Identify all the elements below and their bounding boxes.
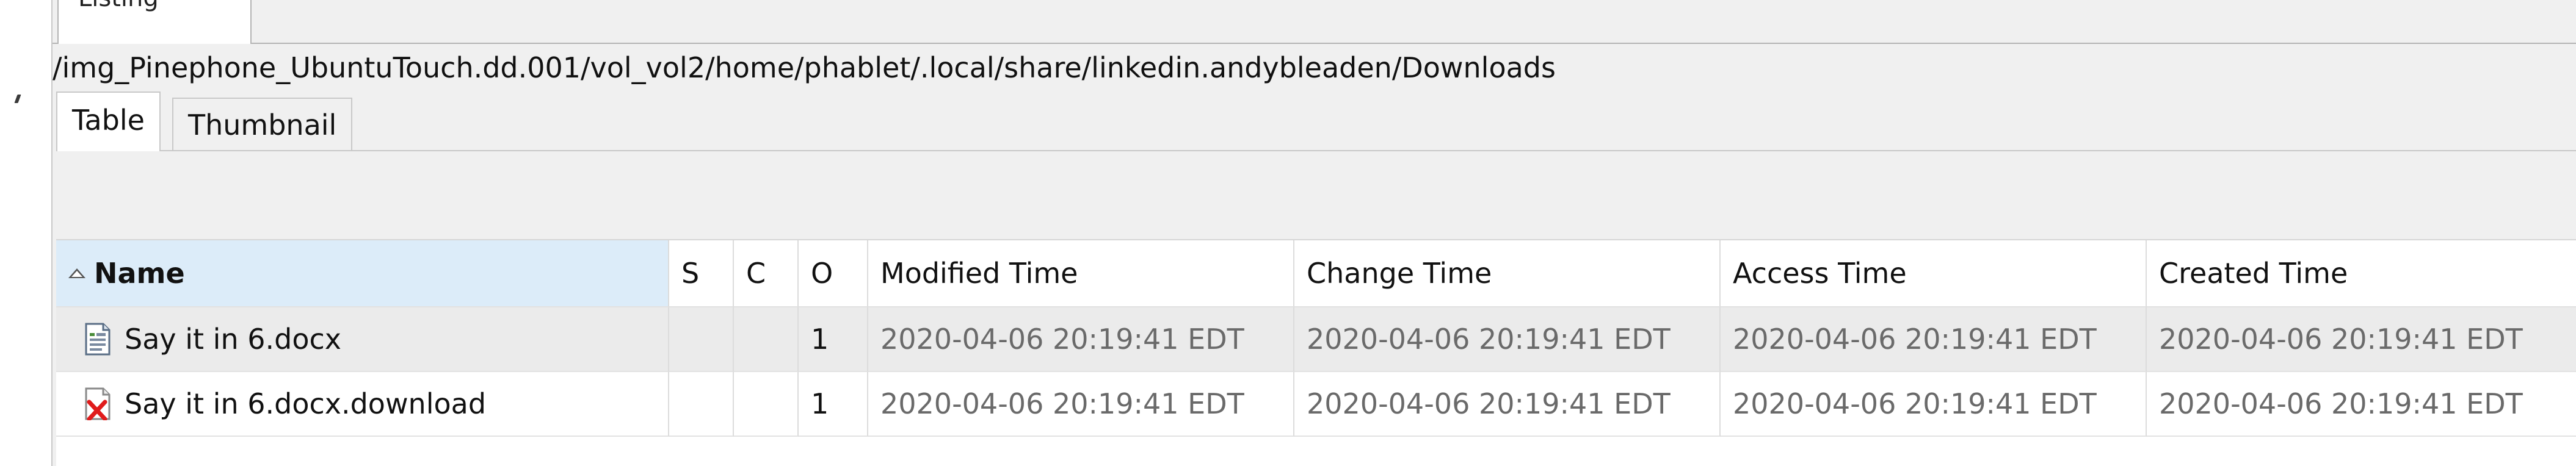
file-table: Name S C O Modified Time Change Time Acc… <box>56 239 2576 437</box>
cell-o: 1 <box>799 307 868 372</box>
tab-table[interactable]: Table <box>56 91 161 151</box>
deleted-file-icon <box>85 387 111 420</box>
cell-access-time: 2020-04-06 20:19:41 EDT <box>1721 307 2147 372</box>
cell-created-time: 2020-04-06 20:19:41 EDT <box>2147 372 2576 437</box>
table-header: Name S C O Modified Time Change Time Acc… <box>56 240 2576 307</box>
outer-tab-strip: Listing <box>53 0 2576 44</box>
column-header-created-time[interactable]: Created Time <box>2147 240 2576 307</box>
cell-name[interactable]: Say it in 6.docx <box>56 307 669 372</box>
tab-thumbnail[interactable]: Thumbnail <box>172 98 353 150</box>
column-header-name-label: Name <box>94 257 185 290</box>
table-toolbar-area <box>56 151 2576 239</box>
table-row[interactable]: Say it in 6.docx 1 2020-04-06 20:19:41 E… <box>56 307 2576 372</box>
tab-listing[interactable]: Listing <box>57 0 252 44</box>
cell-c <box>734 307 799 372</box>
cell-access-time: 2020-04-06 20:19:41 EDT <box>1721 372 2147 437</box>
table-row[interactable]: Say it in 6.docx.download 1 2020-04-06 2… <box>56 372 2576 437</box>
cell-created-time: 2020-04-06 20:19:41 EDT <box>2147 307 2576 372</box>
collapse-handle-icon[interactable] <box>14 95 21 103</box>
cell-modified-time: 2020-04-06 20:19:41 EDT <box>868 307 1294 372</box>
column-header-change-time[interactable]: Change Time <box>1294 240 1721 307</box>
left-gutter <box>0 0 21 466</box>
cell-c <box>734 372 799 437</box>
file-name: Say it in 6.docx <box>125 323 341 356</box>
current-path: /img_Pinephone_UbuntuTouch.dd.001/vol_vo… <box>53 51 1556 84</box>
cell-modified-time: 2020-04-06 20:19:41 EDT <box>868 372 1294 437</box>
column-header-c[interactable]: C <box>734 240 799 307</box>
sort-ascending-icon <box>68 268 85 278</box>
cell-s <box>669 307 734 372</box>
cell-change-time: 2020-04-06 20:19:41 EDT <box>1294 372 1721 437</box>
cell-change-time: 2020-04-06 20:19:41 EDT <box>1294 307 1721 372</box>
column-header-name[interactable]: Name <box>56 240 669 307</box>
document-icon <box>85 323 111 356</box>
column-header-modified-time[interactable]: Modified Time <box>868 240 1294 307</box>
column-header-s[interactable]: S <box>669 240 734 307</box>
table-empty-area <box>56 437 2576 466</box>
listing-viewer: Listing /img_Pinephone_UbuntuTouch.dd.00… <box>0 0 2576 466</box>
listing-panel: Listing /img_Pinephone_UbuntuTouch.dd.00… <box>51 0 2576 466</box>
cell-s <box>669 372 734 437</box>
cell-o: 1 <box>799 372 868 437</box>
cell-name[interactable]: Say it in 6.docx.download <box>56 372 669 437</box>
column-header-access-time[interactable]: Access Time <box>1721 240 2147 307</box>
view-tabs: Table Thumbnail <box>56 91 2576 152</box>
file-name: Say it in 6.docx.download <box>125 387 487 420</box>
column-header-o[interactable]: O <box>799 240 868 307</box>
tab-listing-label: Listing <box>78 0 159 12</box>
